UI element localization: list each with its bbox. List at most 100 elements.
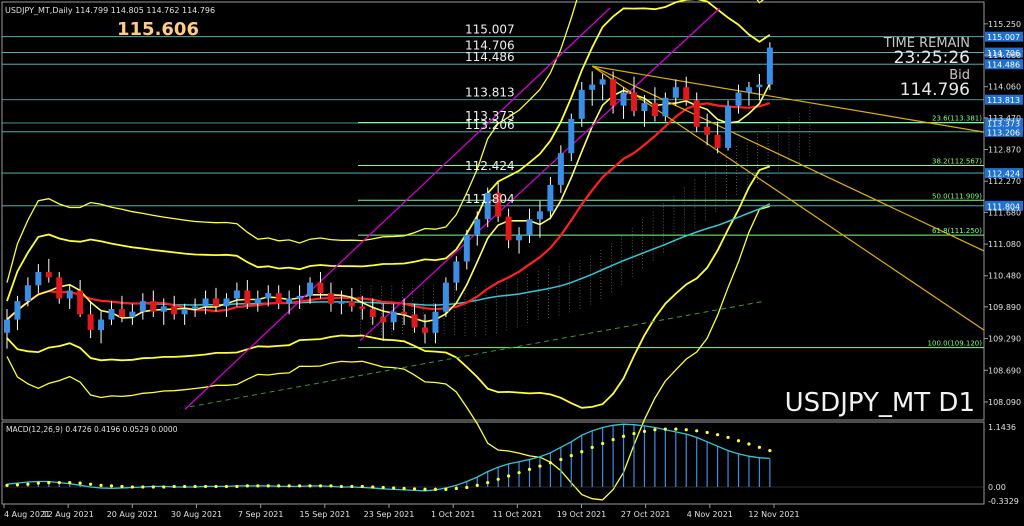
- candle-body: [317, 282, 324, 294]
- macd-signal-dot: [47, 480, 51, 485]
- macd-label: MACD(12,26,9) 0.4726 0.4196 0.0529 0.000…: [6, 425, 178, 434]
- macd-signal-dot: [496, 477, 500, 481]
- price-level-tag-text: 113.206: [987, 128, 1020, 137]
- trading-chart: 115.007 114.706 114.486 113.813 113.373 113.2…: [0, 0, 1024, 522]
- candle-body: [56, 277, 63, 299]
- candle-body: [348, 301, 355, 307]
- candle-body: [213, 298, 219, 307]
- price-tick-label: 108.690: [988, 366, 1021, 375]
- macd-signal-dot: [120, 484, 124, 489]
- fib-level-label: 50.0(111.909): [932, 192, 982, 200]
- macd-signal-dot: [162, 485, 166, 489]
- candle-body: [4, 319, 10, 333]
- macd-signal-dot: [444, 487, 448, 492]
- price-tick-label: 114.660: [988, 51, 1021, 60]
- candle-body: [327, 293, 334, 304]
- macd-signal-dot: [726, 435, 730, 440]
- macd-signal-dot: [433, 487, 438, 492]
- macd-signal-dot: [99, 483, 103, 487]
- macd-signal-dot: [705, 430, 709, 435]
- candle-body: [401, 311, 408, 315]
- candle-body: [589, 84, 596, 90]
- macd-signal-dot: [465, 485, 469, 490]
- macd-signal-dot: [663, 427, 667, 431]
- macd-signal-dot: [747, 442, 751, 446]
- time-tick-label: 12 Nov 2021: [748, 510, 799, 519]
- macd-signal-dot: [548, 461, 553, 465]
- macd-signal-dot: [695, 429, 699, 433]
- candle-body: [35, 272, 42, 286]
- chart-svg: 115.007114.706114.486113.813113.373113.2…: [0, 0, 1024, 522]
- candle-body: [223, 298, 230, 307]
- macd-signal-dot: [89, 482, 93, 486]
- price-level-tag-text: 115.007: [987, 33, 1020, 42]
- candle-body: [181, 309, 188, 315]
- macd-signal-dot: [5, 483, 9, 487]
- candle-body: [422, 327, 428, 333]
- candle-body: [411, 314, 418, 328]
- macd-signal-dot: [611, 438, 615, 442]
- candle-body: [45, 272, 52, 278]
- macd-scale-zero: 0.00: [988, 483, 1006, 492]
- candle-body: [380, 316, 387, 323]
- candle-body: [557, 153, 564, 185]
- macd-signal-dot: [193, 484, 197, 489]
- candle-body: [536, 211, 543, 220]
- price-tick-label: 113.470: [988, 114, 1021, 123]
- candle-body: [24, 285, 31, 302]
- macd-signal-dot: [360, 484, 364, 489]
- candle-body: [254, 298, 261, 304]
- macd-signal-dot: [329, 484, 333, 488]
- macd-signal-dot: [235, 484, 239, 489]
- macd-signal-dot: [245, 484, 249, 488]
- time-tick-label: 7 Sep 2021: [238, 510, 284, 519]
- candle-body: [735, 92, 742, 106]
- candle-body: [77, 290, 84, 315]
- price-tick-label: 112.870: [988, 146, 1021, 155]
- candle-body: [599, 79, 606, 85]
- candle-body: [453, 261, 460, 283]
- macd-signal-dot: [653, 428, 657, 432]
- price-level-label: 113.206: [465, 118, 515, 132]
- price-tick-label: 111.680: [988, 208, 1021, 217]
- bid-value: 114.796: [900, 80, 970, 100]
- price-tick-label: 111.080: [988, 240, 1021, 249]
- macd-signal-dot: [68, 480, 72, 485]
- macd-signal-dot: [569, 453, 573, 458]
- macd-signal-dot: [601, 441, 605, 446]
- fib-level-label: 23.6(113.381): [932, 115, 982, 123]
- candle-body: [474, 219, 481, 236]
- candle-body: [139, 301, 146, 312]
- candle-body: [683, 87, 690, 101]
- candle-body: [171, 306, 178, 315]
- macd-signal-dot: [538, 464, 542, 468]
- candle-body: [756, 84, 763, 88]
- candle-body: [369, 309, 376, 317]
- time-tick-label: 15 Sep 2021: [299, 510, 350, 519]
- candle-body: [286, 298, 293, 304]
- price-level-tag-text: 113.813: [987, 96, 1020, 105]
- macd-signal-dot: [768, 449, 772, 453]
- macd-signal-dot: [26, 482, 30, 486]
- candle-body: [108, 309, 115, 320]
- time-tick-label: 1 Oct 2021: [431, 510, 475, 519]
- macd-signal-dot: [580, 450, 584, 454]
- price-level-label: 115.007: [465, 23, 515, 37]
- time-tick-label: 23 Sep 2021: [364, 510, 415, 519]
- price-tick-label: 110.480: [988, 272, 1021, 281]
- macd-signal-dot: [412, 487, 417, 491]
- macd-signal-dot: [256, 484, 260, 488]
- macd-signal-dot: [517, 471, 521, 475]
- macd-signal-dot: [381, 485, 385, 490]
- price-tick-label: 109.290: [988, 335, 1021, 344]
- time-tick-label: 20 Aug 2021: [107, 510, 158, 519]
- price-level-label: 114.486: [465, 50, 515, 64]
- candle-body: [568, 118, 575, 154]
- candle-body: [14, 301, 21, 320]
- candle-body: [547, 184, 554, 212]
- candle-body: [641, 103, 648, 111]
- time-remain-value: 23:25:26: [894, 48, 970, 68]
- candle-body: [432, 311, 439, 333]
- price-tick-label: 112.270: [988, 177, 1021, 186]
- price-level-label: 111.804: [465, 192, 515, 206]
